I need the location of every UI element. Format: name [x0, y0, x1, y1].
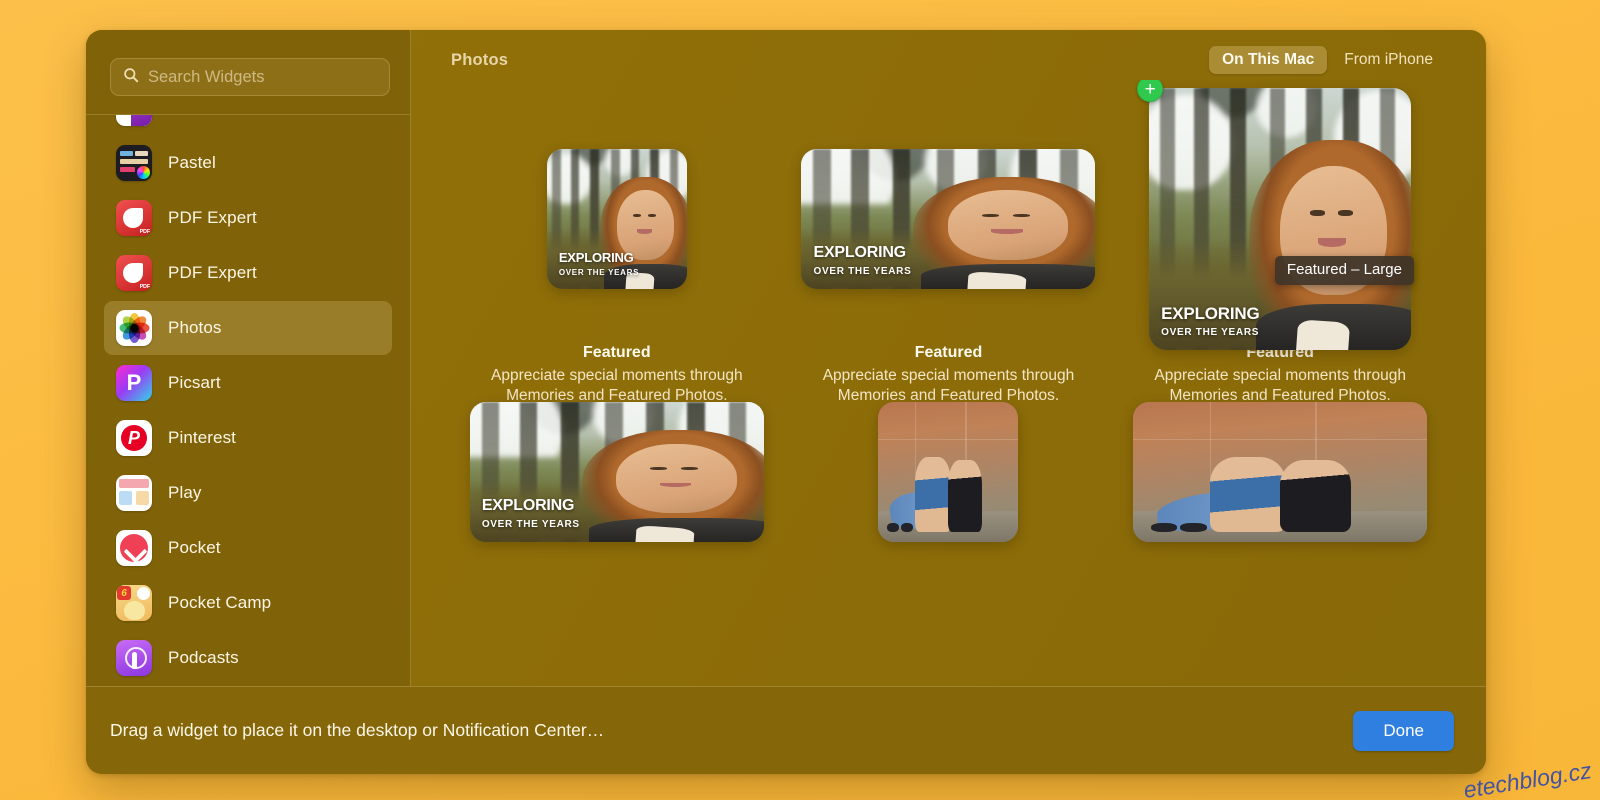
widget-thumb-area — [1114, 402, 1446, 562]
widget-caption-description: Appreciate special moments through Memor… — [461, 366, 773, 406]
sidebar-item-label: Pastel — [168, 153, 216, 173]
pinterest-app-icon — [116, 420, 152, 456]
footer-bar: Drag a widget to place it on the desktop… — [86, 686, 1486, 774]
source-segmented-control[interactable]: On This Mac From iPhone — [1209, 46, 1446, 74]
widget-thumb-area: EXPLORINGOVER THE YEARS — [783, 94, 1115, 344]
widget-thumbnail-medium[interactable]: EXPLORINGOVER THE YEARS — [801, 149, 1095, 289]
tab-on-this-mac[interactable]: On This Mac — [1209, 46, 1327, 74]
sidebar-item-play[interactable]: Play — [104, 466, 392, 520]
picker-body: OneNotePastelPDF ExpertPDF ExpertPhotosP… — [86, 30, 1486, 686]
photo-artwork-forest — [1149, 88, 1411, 350]
page-title: Photos — [451, 51, 508, 70]
widget-caption: Featured Appreciate special moments throu… — [451, 344, 783, 406]
search-zone — [86, 30, 410, 115]
widget-thumbnail-small[interactable] — [878, 402, 1018, 542]
onenote-app-icon — [116, 115, 152, 126]
sidebar-item-label: PDF Expert — [168, 208, 257, 228]
sidebar-item-label: Play — [168, 483, 201, 503]
sidebar-item-pocket[interactable]: Pocket — [104, 521, 392, 575]
play-app-icon — [116, 475, 152, 511]
photo-artwork-forest — [470, 402, 764, 542]
sidebar-item-pdf-expert[interactable]: PDF Expert — [104, 191, 392, 245]
widget-gallery[interactable]: EXPLORINGOVER THE YEARS Featured Appreciat… — [411, 80, 1486, 686]
pocket-camp-app-icon: 6 — [116, 585, 152, 621]
widget-thumb-area: EXPLORINGOVER THE YEARS — [451, 94, 783, 344]
picsart-app-icon — [116, 365, 152, 401]
widget-card[interactable]: EXPLORINGOVER THE YEARS Featured Appreciat… — [783, 94, 1115, 406]
widget-card[interactable]: EXPLORINGOVER THE YEARS Featured Appreciat… — [451, 94, 783, 406]
sidebar-item-label: Picsart — [168, 373, 221, 393]
widget-thumbnail-medium[interactable] — [1133, 402, 1427, 542]
sidebar-item-picsart[interactable]: Picsart — [104, 356, 392, 410]
pdf-expert-app-icon — [116, 255, 152, 291]
detail-pane: Photos On This Mac From iPhone EXPLORING… — [411, 30, 1486, 686]
photos-app-icon — [116, 310, 152, 346]
sidebar-item-label: OneNote — [168, 115, 237, 118]
pdf-expert-app-icon — [116, 200, 152, 236]
sidebar-item-label: Pocket Camp — [168, 593, 271, 613]
sidebar-item-podcasts[interactable]: Podcasts — [104, 631, 392, 685]
detail-header: Photos On This Mac From iPhone — [411, 30, 1486, 80]
widget-caption-title: Featured — [793, 344, 1105, 362]
widget-picker-panel: OneNotePastelPDF ExpertPDF ExpertPhotosP… — [86, 30, 1486, 774]
search-input[interactable] — [148, 68, 377, 87]
photo-artwork-wall — [878, 402, 1018, 542]
widget-size-tooltip: Featured – Large — [1275, 256, 1414, 285]
photo-artwork-forest — [801, 149, 1095, 289]
drag-hint-text: Drag a widget to place it on the desktop… — [110, 720, 604, 741]
podcasts-app-icon — [116, 640, 152, 676]
sidebar: OneNote Pastel PDF Expert PDF Expert Photos P… — [86, 30, 411, 686]
photo-artwork-forest — [547, 149, 687, 289]
widget-card[interactable]: EXPLORINGOVER THE YEARS — [451, 402, 783, 562]
sidebar-item-pastel[interactable]: Pastel — [104, 136, 392, 190]
widget-card[interactable] — [1114, 402, 1446, 562]
sidebar-item-onenote[interactable]: OneNote — [104, 115, 392, 135]
widget-thumbnail-large[interactable]: EXPLORINGOVER THE YEARS — [1149, 88, 1411, 350]
widget-caption-description: Appreciate special moments through Memor… — [1124, 366, 1436, 406]
search-icon — [123, 67, 139, 88]
widget-thumb-area: EXPLORINGOVER THE YEARS — [451, 402, 783, 562]
widget-card[interactable]: EXPLORINGOVER THE YEARS+Featured – Large… — [1114, 94, 1446, 406]
pocket-app-icon — [116, 530, 152, 566]
sidebar-item-photos[interactable]: Photos — [104, 301, 392, 355]
sidebar-item-label: PDF Expert — [168, 263, 257, 283]
pastel-app-icon — [116, 145, 152, 181]
sidebar-item-pocket-camp[interactable]: 6 Pocket Camp — [104, 576, 392, 630]
photo-artwork-wall — [1133, 402, 1427, 542]
sidebar-item-pinterest[interactable]: Pinterest — [104, 411, 392, 465]
sidebar-item-label: Podcasts — [168, 648, 239, 668]
sidebar-item-label: Photos — [168, 318, 222, 338]
widget-thumbnail-small[interactable]: EXPLORINGOVER THE YEARS — [547, 149, 687, 289]
tab-from-iphone[interactable]: From iPhone — [1331, 46, 1446, 74]
widget-thumbnail-medium[interactable]: EXPLORINGOVER THE YEARS — [470, 402, 764, 542]
done-button[interactable]: Done — [1353, 711, 1454, 751]
widget-caption: FeaturedAppreciate special moments throu… — [1114, 344, 1446, 406]
sidebar-item-pdf-expert[interactable]: PDF Expert — [104, 246, 392, 300]
widget-card[interactable] — [783, 402, 1115, 562]
app-list[interactable]: OneNote Pastel PDF Expert PDF Expert Photos P… — [86, 115, 410, 686]
widget-caption: Featured Appreciate special moments throu… — [783, 344, 1115, 406]
widget-thumb-area — [783, 402, 1115, 562]
widget-thumb-area: EXPLORINGOVER THE YEARS+Featured – Large — [1114, 94, 1446, 344]
widget-caption-description: Appreciate special moments through Memor… — [793, 366, 1105, 406]
sidebar-item-label: Pinterest — [168, 428, 236, 448]
sidebar-item-label: Pocket — [168, 538, 221, 558]
search-widgets-box[interactable] — [110, 58, 390, 96]
widget-caption-title: Featured — [461, 344, 773, 362]
